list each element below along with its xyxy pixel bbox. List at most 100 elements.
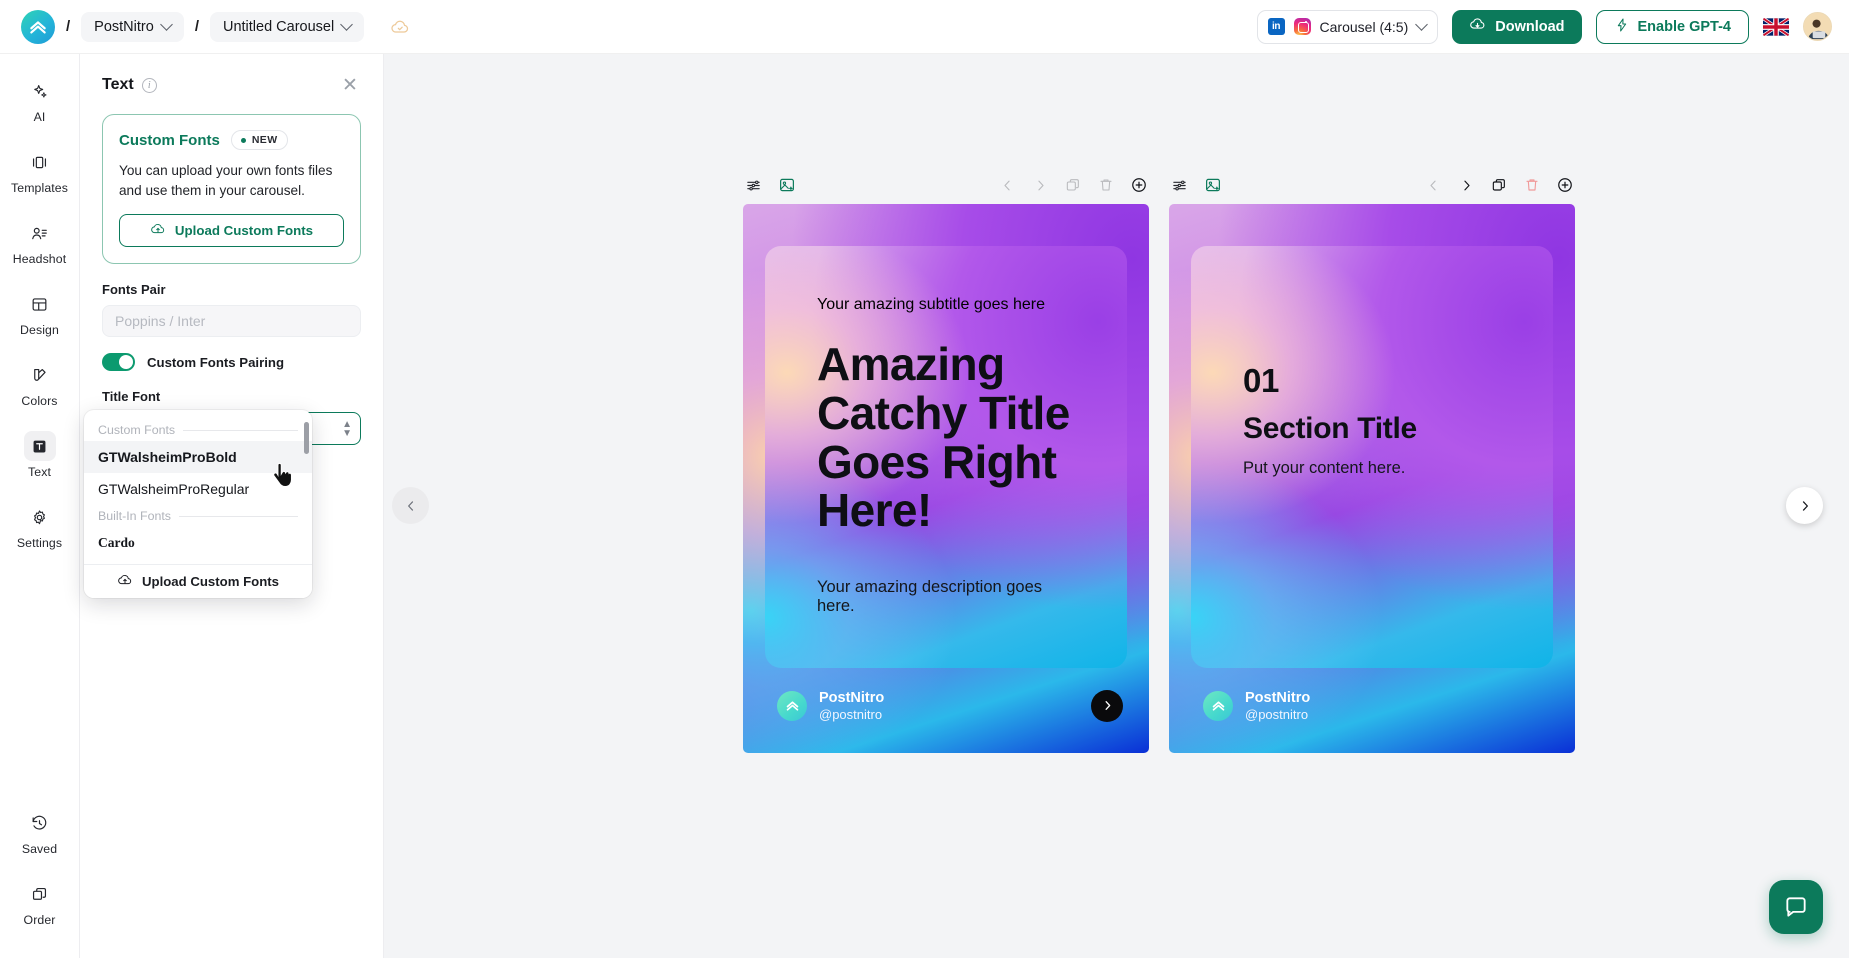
chevron-left-icon[interactable] <box>1423 175 1443 195</box>
slide-2-content-card: 01 Section Title Put your content here. <box>1191 246 1553 668</box>
slide-1-title[interactable]: Amazing Catchy Title Goes Right Here! <box>817 340 1075 535</box>
gpt4-label: Enable GPT-4 <box>1637 18 1731 35</box>
dropdown-scroll-area[interactable]: Custom Fonts GTWalsheimProBold GTWalshei… <box>84 410 312 564</box>
headshot-icon <box>24 218 56 248</box>
custom-fonts-pairing-toggle[interactable] <box>102 353 135 372</box>
download-button[interactable]: Download <box>1452 9 1582 44</box>
carousel-next-button[interactable] <box>1786 487 1823 524</box>
sidebar-item-design[interactable]: Design <box>5 281 75 341</box>
format-label: Carousel (4:5) <box>1319 18 1409 35</box>
plus-circle-icon[interactable] <box>1555 175 1575 195</box>
dropdown-upload-custom-fonts-button[interactable]: Upload Custom Fonts <box>84 564 312 598</box>
sidebar-item-text[interactable]: Text <box>5 423 75 483</box>
dropdown-group-custom-fonts: Custom Fonts <box>84 419 312 441</box>
sidebar-item-label: Design <box>20 323 59 337</box>
cloud-upload-icon <box>150 221 166 240</box>
title-font-label: Title Font <box>102 389 161 405</box>
postnitro-logo-icon[interactable] <box>21 9 55 44</box>
custom-fonts-pairing-row: Custom Fonts Pairing <box>102 353 361 372</box>
sidebar-item-templates[interactable]: Templates <box>5 139 75 199</box>
chevron-right-icon[interactable] <box>1456 175 1476 195</box>
canvas-area: Your amazing subtitle goes here Amazing … <box>384 54 1849 958</box>
carousel-prev-button[interactable] <box>392 487 429 524</box>
info-icon[interactable]: i <box>141 77 157 93</box>
sidebar-item-settings[interactable]: Settings <box>5 494 75 554</box>
linkedin-icon: in <box>1267 18 1285 35</box>
sidebar-item-saved[interactable]: Saved <box>5 800 75 860</box>
close-icon[interactable]: ✕ <box>339 74 361 96</box>
custom-fonts-description: You can upload your own fonts files and … <box>119 163 333 198</box>
custom-fonts-card: Custom Fonts NEW You can upload your own… <box>102 114 361 265</box>
badge-label: NEW <box>251 134 278 146</box>
custom-fonts-header: Custom Fonts NEW <box>119 130 344 150</box>
project-label: Untitled Carousel <box>222 18 335 35</box>
image-settings-icon[interactable] <box>777 175 797 195</box>
sliders-icon[interactable] <box>1169 175 1189 195</box>
slide-next-badge-button[interactable] <box>1091 689 1123 722</box>
upload-custom-fonts-button[interactable]: Upload Custom Fonts <box>119 214 344 248</box>
slide-2-canvas[interactable]: 01 Section Title Put your content here. … <box>1169 204 1575 753</box>
chevron-right-icon[interactable] <box>1030 175 1050 195</box>
group-label: Custom Fonts <box>98 423 176 437</box>
slide-1-subtitle[interactable]: Your amazing subtitle goes here <box>817 296 1075 314</box>
slide-1-canvas[interactable]: Your amazing subtitle goes here Amazing … <box>743 204 1149 753</box>
sidebar-item-colors[interactable]: Colors <box>5 352 75 412</box>
chevron-down-icon <box>340 18 354 31</box>
plus-circle-icon[interactable] <box>1129 175 1149 195</box>
cloud-download-icon <box>1469 16 1486 37</box>
slide-1[interactable]: Your amazing subtitle goes here Amazing … <box>743 178 1149 753</box>
slide-2[interactable]: 01 Section Title Put your content here. … <box>1169 178 1575 753</box>
sparkle-bolt-icon <box>1614 17 1630 37</box>
project-selector[interactable]: Untitled Carousel <box>209 11 365 42</box>
workspace-selector[interactable]: PostNitro <box>81 11 184 42</box>
sidebar-item-label: Saved <box>21 842 58 856</box>
upload-label: Upload Custom Fonts <box>174 223 314 239</box>
enable-gpt4-button[interactable]: Enable GPT-4 <box>1595 9 1749 44</box>
colors-icon <box>24 360 56 390</box>
pairing-label: Custom Fonts Pairing <box>147 354 285 370</box>
dropdown-option-gtwalsheimprobold[interactable]: GTWalsheimProBold <box>84 441 312 473</box>
dropdown-scrollbar[interactable] <box>304 422 309 454</box>
slide-2-section-title[interactable]: Section Title <box>1243 412 1501 446</box>
upload-label: Upload Custom Fonts <box>142 574 279 589</box>
layers-order-icon <box>24 879 56 909</box>
trash-icon[interactable] <box>1096 175 1116 195</box>
history-clock-icon <box>24 808 56 838</box>
slide-1-description[interactable]: Your amazing description goes here. <box>817 578 1075 616</box>
slide-2-number[interactable]: 01 <box>1243 362 1501 400</box>
duplicate-icon[interactable] <box>1063 175 1083 195</box>
chevron-down-icon <box>1415 18 1429 31</box>
footer-handle: @postnitro <box>819 706 883 722</box>
chevron-left-icon[interactable] <box>997 175 1017 195</box>
sidebar-item-order[interactable]: Order <box>5 871 75 931</box>
title-font-dropdown[interactable]: Custom Fonts GTWalsheimProBold GTWalshei… <box>84 410 312 598</box>
duplicate-icon[interactable] <box>1489 175 1509 195</box>
divider <box>183 429 298 431</box>
topbar-actions: in Carousel (4:5) Download Enable GPT-4 <box>1256 9 1849 44</box>
sidebar-item-label: Headshot <box>12 252 67 266</box>
sidebar-item-ai[interactable]: AI <box>5 68 75 128</box>
gear-icon <box>24 502 56 532</box>
cloud-upload-icon <box>117 572 133 591</box>
instagram-icon <box>1293 18 1311 35</box>
sidebar-item-label: AI <box>33 110 46 124</box>
dropdown-option-cardo[interactable]: Cardo <box>84 527 312 559</box>
breadcrumb-separator-1: / <box>66 18 71 35</box>
chat-bubble-icon[interactable] <box>1769 880 1823 934</box>
trash-icon[interactable] <box>1522 175 1542 195</box>
avatar[interactable] <box>1803 12 1832 41</box>
image-settings-icon[interactable] <box>1203 175 1223 195</box>
divider <box>179 515 298 517</box>
slide-1-footer-text: PostNitro @postnitro <box>819 689 884 723</box>
uk-flag-icon[interactable] <box>1763 17 1789 36</box>
slide-2-content[interactable]: Put your content here. <box>1243 459 1501 478</box>
format-selector[interactable]: in Carousel (4:5) <box>1256 9 1439 44</box>
slide-1-toolbar <box>743 172 1149 198</box>
dropdown-option-gtwalsheimproregular[interactable]: GTWalsheimProRegular <box>84 473 312 505</box>
sliders-icon[interactable] <box>743 175 763 195</box>
breadcrumb-separator-2: / <box>194 18 199 35</box>
rail-bottom-group: Saved Order <box>5 800 75 958</box>
fonts-pair-input[interactable] <box>102 305 361 338</box>
sidebar-item-headshot[interactable]: Headshot <box>5 210 75 270</box>
design-icon <box>24 289 56 319</box>
